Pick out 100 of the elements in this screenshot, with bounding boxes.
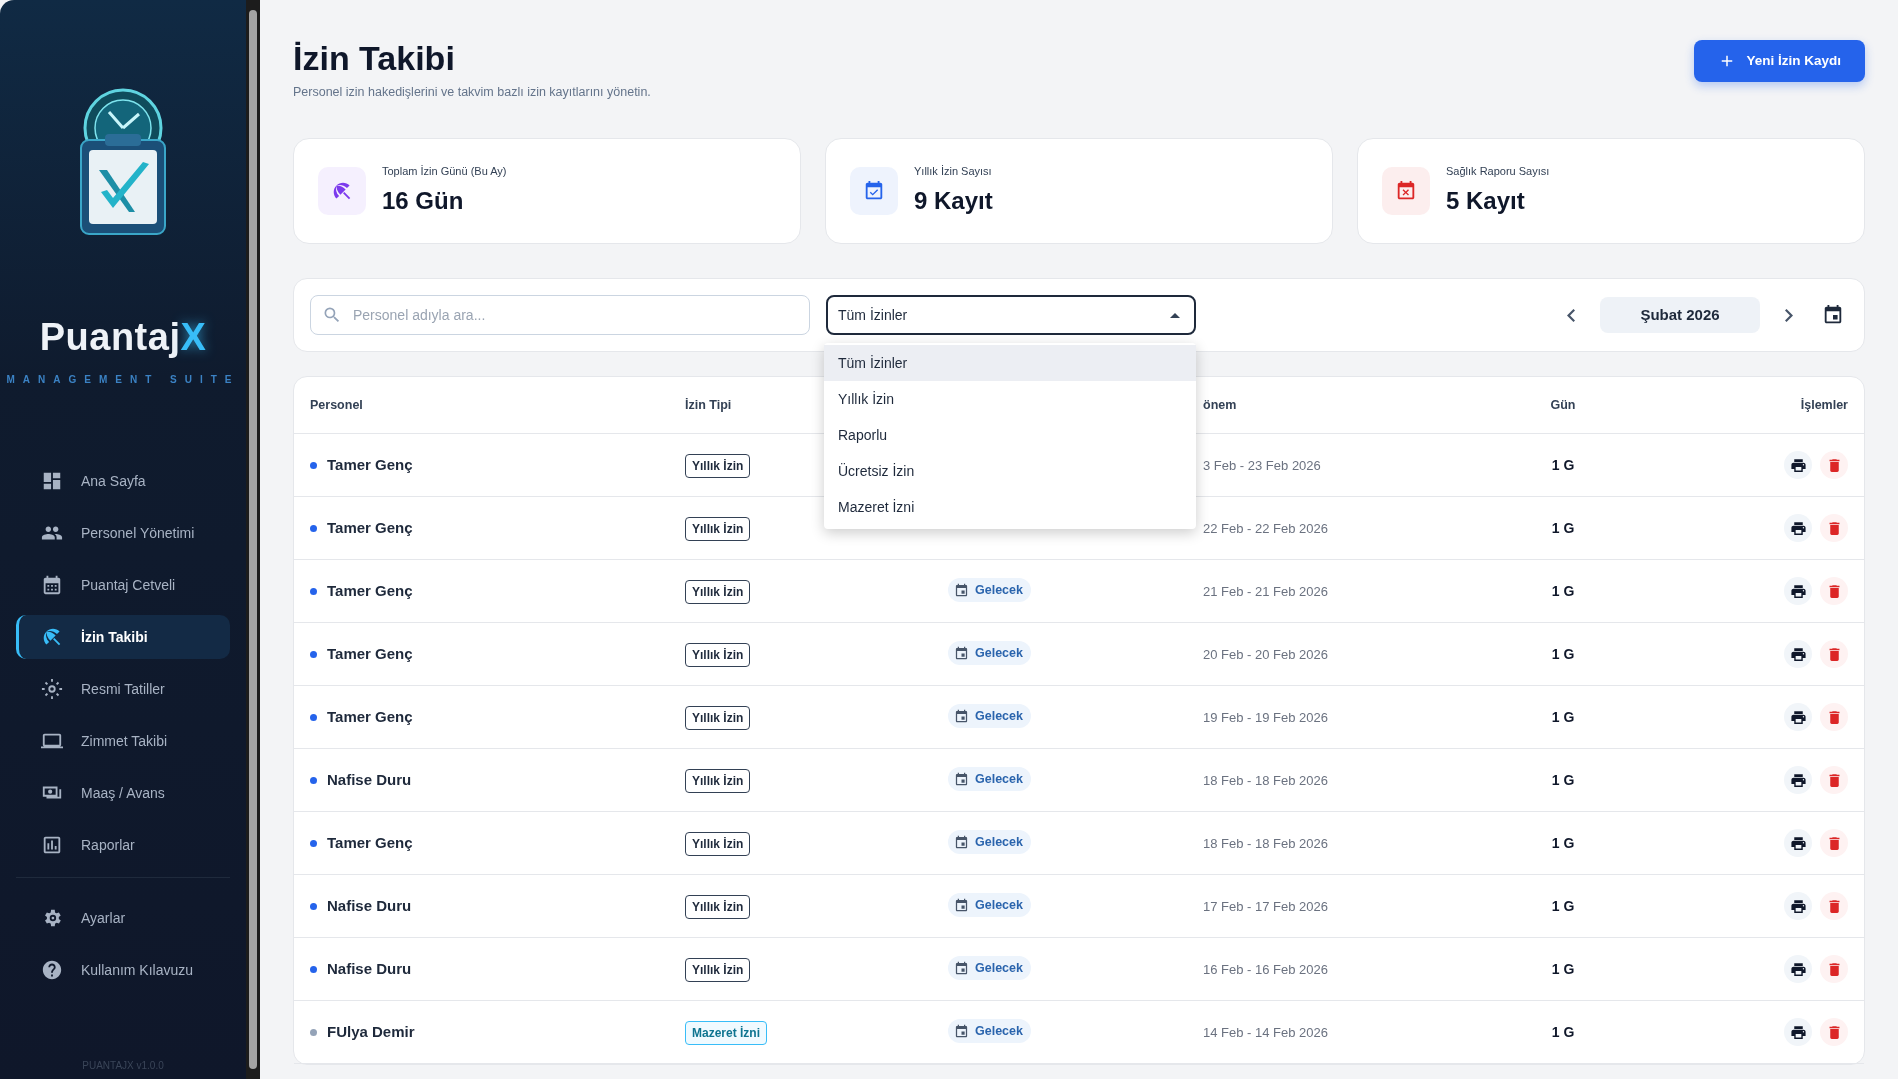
nav-item[interactable]: Raporlar [16, 823, 230, 867]
print-button[interactable] [1784, 766, 1812, 795]
delete-button[interactable] [1820, 766, 1848, 795]
date-range: 22 Feb - 22 Feb 2026 [1203, 521, 1329, 537]
nav-item[interactable]: Ayarlar [16, 896, 230, 940]
printer-icon [1789, 834, 1807, 852]
delete-button[interactable] [1820, 514, 1848, 543]
calendar-icon [954, 708, 969, 724]
help-icon [41, 959, 63, 981]
leave-type-tag: Yıllık İzin [685, 831, 751, 856]
calendar-icon [954, 897, 969, 913]
leave-type-select[interactable]: Tüm İzinler [826, 295, 1196, 336]
nav-item[interactable]: Kullanım Kılavuzu [16, 948, 230, 992]
delete-button[interactable] [1820, 640, 1848, 669]
dropdown-option[interactable]: Yıllık İzin [824, 381, 1196, 418]
dropdown-option[interactable]: Ücretsiz İzin [824, 453, 1196, 490]
date-range: 21 Feb - 21 Feb 2026 [1203, 584, 1329, 600]
printer-icon [1789, 1023, 1807, 1041]
printer-icon [1789, 645, 1807, 663]
nav-item[interactable]: İzin Takibi [16, 615, 230, 659]
leave-type-tag: Yıllık İzin [685, 768, 751, 793]
dropdown-option[interactable]: Mazeret İzni [824, 489, 1196, 526]
day-count: 1 G [1551, 834, 1575, 851]
print-button[interactable] [1784, 703, 1812, 732]
employee-name: Nafise Duru [327, 895, 412, 916]
page-subtitle: Personel izin hakedişlerini ve takvim bazlı izin kayıtlarını yönetin. [293, 84, 651, 102]
print-button[interactable] [1784, 1018, 1812, 1047]
nav-item[interactable]: Maaş / Avans [16, 771, 230, 815]
delete-button[interactable] [1820, 1018, 1848, 1047]
printer-icon [1789, 771, 1807, 789]
printer-icon [1789, 456, 1807, 474]
calendar-icon [954, 582, 969, 598]
leave-type-tag: Yıllık İzin [685, 579, 751, 604]
printer-icon [1789, 519, 1807, 537]
nav-item[interactable]: Zimmet Takibi [16, 719, 230, 763]
date-range: 19 Feb - 19 Feb 2026 [1203, 710, 1329, 726]
dropdown-option[interactable]: Raporlu [824, 417, 1196, 454]
leave-type-tag: Yıllık İzin [685, 642, 751, 667]
column-header: Gün [1550, 397, 1576, 412]
status-tag: Gelecek [948, 766, 1031, 792]
delete-button[interactable] [1820, 577, 1848, 606]
day-count: 1 G [1551, 582, 1575, 599]
employee-name: Tamer Genç [327, 832, 413, 853]
leave-type-tag: Yıllık İzin [685, 453, 751, 478]
delete-button[interactable] [1820, 892, 1848, 921]
employee-name: Tamer Genç [327, 643, 413, 664]
employee-name: Tamer Genç [327, 517, 413, 538]
tagline: MANAGEMENT SUITE [6, 373, 240, 387]
date-range: 3 Feb - 23 Feb 2026 [1203, 458, 1321, 474]
dashboard-icon [41, 470, 63, 492]
print-button[interactable] [1784, 955, 1812, 984]
day-count: 1 G [1551, 1023, 1575, 1040]
dropdown-option[interactable]: Tüm İzinler [824, 345, 1196, 382]
delete-button[interactable] [1820, 829, 1848, 858]
printer-icon [1789, 960, 1807, 978]
calendar-icon [954, 1023, 969, 1039]
date-range: 17 Feb - 17 Feb 2026 [1203, 899, 1329, 915]
employee-name: Tamer Genç [327, 454, 413, 475]
delete-button[interactable] [1820, 955, 1848, 984]
status-tag: Gelecek [948, 640, 1031, 666]
print-button[interactable] [1784, 577, 1812, 606]
new-record-button[interactable]: Yeni İzin Kaydı [1694, 40, 1865, 83]
status-tag: Gelecek [948, 955, 1031, 981]
print-button[interactable] [1784, 451, 1812, 480]
nav-item[interactable]: Puantaj Cetveli [16, 563, 230, 607]
print-button[interactable] [1784, 514, 1812, 543]
print-button[interactable] [1784, 829, 1812, 858]
leave-type-tag: Yıllık İzin [685, 516, 751, 541]
day-count: 1 G [1551, 897, 1575, 914]
scroll-bar[interactable] [246, 0, 260, 1079]
print-button[interactable] [1784, 892, 1812, 921]
printer-icon [1789, 582, 1807, 600]
date-range: 18 Feb - 18 Feb 2026 [1203, 836, 1329, 852]
stat-label: Sağlık Raporu Sayısı [1446, 163, 1550, 179]
nav-item[interactable]: Resmi Tatiller [16, 667, 230, 711]
status-tag: Gelecek [948, 703, 1031, 729]
delete-button[interactable] [1820, 451, 1848, 480]
print-button[interactable] [1784, 640, 1812, 669]
nav-item[interactable]: Personel Yönetimi [16, 511, 230, 555]
column-header: Personel [310, 397, 363, 412]
search-field[interactable]: Personel adıyla ara... [310, 295, 810, 336]
delete-button[interactable] [1820, 703, 1848, 732]
status-tag: Gelecek [948, 892, 1031, 918]
stat-label: Toplam İzin Günü (Bu Ay) [382, 163, 507, 179]
day-count: 1 G [1551, 960, 1575, 977]
date-range: 14 Feb - 14 Feb 2026 [1203, 1025, 1329, 1041]
chevron-right-icon [1785, 308, 1793, 322]
calendar-icon [954, 960, 969, 976]
leave-type-tag: Mazeret İzni [685, 1020, 767, 1045]
employee-name: FUlya Demir [327, 1021, 415, 1042]
employee-name: Tamer Genç [327, 706, 413, 727]
day-count: 1 G [1551, 519, 1575, 536]
date-range: 20 Feb - 20 Feb 2026 [1203, 647, 1329, 663]
nav-item[interactable]: Ana Sayfa [16, 459, 230, 503]
sun-icon [41, 678, 63, 700]
day-count: 1 G [1551, 708, 1575, 725]
bar-chart-icon [41, 834, 63, 856]
month-label: Şubat 2026 [1600, 297, 1760, 334]
chevron-left-icon [1567, 308, 1575, 322]
column-header: İşlemler [1800, 397, 1848, 412]
